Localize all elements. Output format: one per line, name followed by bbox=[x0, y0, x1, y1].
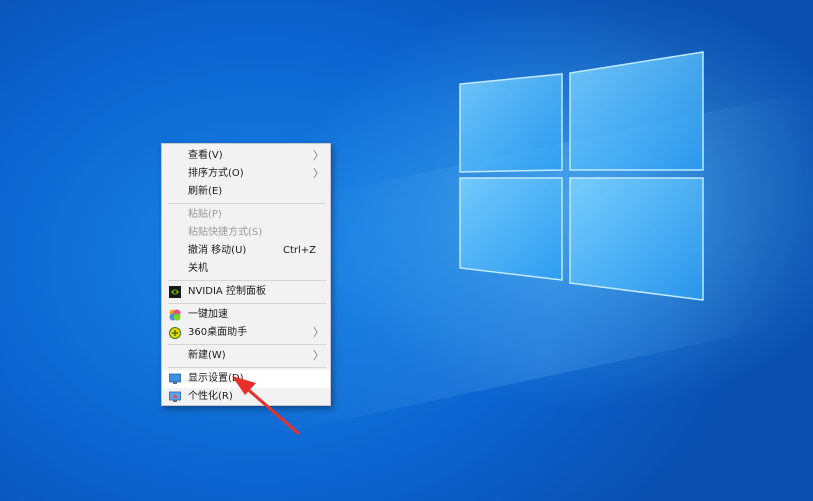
menu-item-new[interactable]: 新建(W) 〉 bbox=[162, 347, 330, 365]
menu-item-speedup[interactable]: 一键加速 bbox=[162, 306, 330, 324]
menu-item-label: 个性化(R) bbox=[188, 391, 233, 402]
menu-item-label: 关机 bbox=[188, 263, 208, 274]
chevron-right-icon: 〉 bbox=[313, 349, 324, 362]
menu-item-refresh[interactable]: 刷新(E) bbox=[162, 183, 330, 201]
menu-item-label: 查看(V) bbox=[188, 150, 223, 161]
desktop-context-menu: 查看(V) 〉 排序方式(O) 〉 刷新(E) 粘贴(P) 粘贴快捷方式(S) … bbox=[161, 143, 331, 406]
menu-item-label: 显示设置(D) bbox=[188, 373, 244, 384]
menu-item-sort-by[interactable]: 排序方式(O) 〉 bbox=[162, 165, 330, 183]
menu-item-display-settings[interactable]: 显示设置(D) bbox=[162, 370, 330, 388]
menu-separator bbox=[168, 367, 326, 368]
menu-item-shutdown[interactable]: 关机 bbox=[162, 260, 330, 278]
menu-item-view[interactable]: 查看(V) 〉 bbox=[162, 147, 330, 165]
menu-item-label: 排序方式(O) bbox=[188, 168, 244, 179]
menu-item-label: 刷新(E) bbox=[188, 186, 223, 197]
menu-item-paste-shortcut[interactable]: 粘贴快捷方式(S) bbox=[162, 224, 330, 242]
display-settings-icon bbox=[169, 373, 181, 384]
chevron-right-icon: 〉 bbox=[313, 326, 324, 339]
menu-item-shortcut: Ctrl+Z bbox=[282, 245, 316, 256]
menu-item-paste[interactable]: 粘贴(P) bbox=[162, 206, 330, 224]
menu-item-label: 新建(W) bbox=[188, 350, 226, 361]
menu-separator bbox=[168, 344, 326, 345]
personalize-icon bbox=[169, 391, 181, 402]
menu-separator bbox=[168, 203, 326, 204]
menu-item-label: 360桌面助手 bbox=[188, 327, 248, 338]
menu-item-360-desktop-assistant[interactable]: 360桌面助手 〉 bbox=[162, 324, 330, 342]
desktop-assistant-icon bbox=[169, 327, 181, 339]
chevron-right-icon: 〉 bbox=[313, 167, 324, 180]
chevron-right-icon: 〉 bbox=[313, 149, 324, 162]
menu-item-label: 粘贴(P) bbox=[188, 209, 222, 220]
menu-item-label: NVIDIA 控制面板 bbox=[188, 286, 266, 297]
menu-item-undo-move[interactable]: 撤消 移动(U) Ctrl+Z bbox=[162, 242, 330, 260]
menu-item-nvidia-control-panel[interactable]: NVIDIA 控制面板 bbox=[162, 283, 330, 301]
menu-item-label: 撤消 移动(U) bbox=[188, 245, 247, 256]
menu-item-label: 一键加速 bbox=[188, 309, 228, 320]
nvidia-icon bbox=[169, 286, 181, 298]
menu-item-label: 粘贴快捷方式(S) bbox=[188, 227, 263, 238]
windows-logo bbox=[459, 51, 704, 301]
menu-separator bbox=[168, 303, 326, 304]
speedup-icon bbox=[169, 309, 181, 321]
menu-item-personalize[interactable]: 个性化(R) bbox=[162, 388, 330, 406]
menu-separator bbox=[168, 280, 326, 281]
